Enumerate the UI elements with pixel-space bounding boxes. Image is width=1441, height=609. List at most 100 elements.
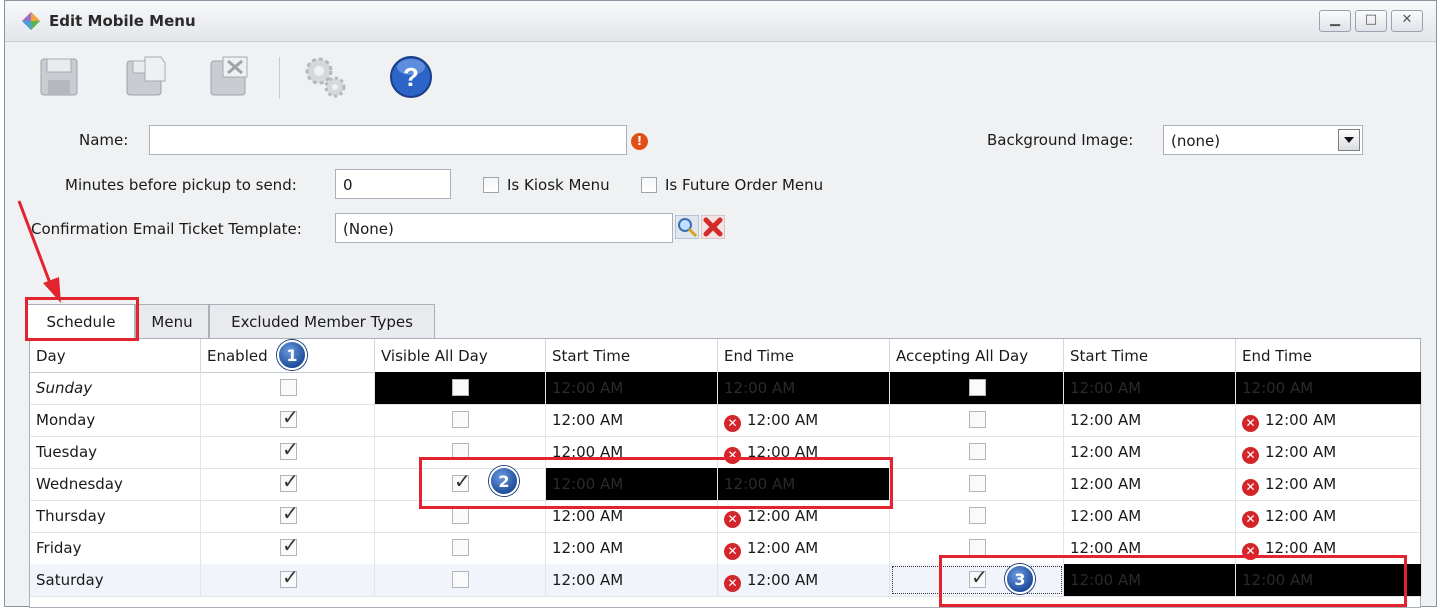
enabled-cell[interactable]: ✓: [201, 404, 375, 436]
checkbox[interactable]: ✓: [969, 379, 986, 396]
checkbox[interactable]: ✓: [280, 535, 299, 556]
enabled-cell[interactable]: ✓: [201, 372, 375, 404]
time-value: 12:00 AM: [747, 571, 819, 589]
start-time-2-cell[interactable]: 12:00 AM: [1064, 436, 1236, 468]
column-header-visible-all-day[interactable]: Visible All Day: [375, 339, 546, 372]
start-time-2-cell[interactable]: 12:00 AM: [1064, 372, 1236, 404]
tab-menu[interactable]: Menu: [135, 304, 209, 338]
save-icon[interactable]: [35, 53, 83, 101]
enabled-cell[interactable]: ✓: [201, 500, 375, 532]
time-value: 12:00 AM: [724, 379, 796, 397]
svg-text:?: ?: [403, 62, 419, 92]
future-order-checkbox[interactable]: [641, 177, 657, 193]
start-time-2-cell[interactable]: 12:00 AM: [1064, 500, 1236, 532]
day-cell[interactable]: Tuesday: [30, 436, 201, 468]
table-row[interactable]: Sunday ✓ ✓ 12:00 AM 12:00 AM ✓ 12:00 AM 12:00 A…: [30, 372, 1422, 405]
day-cell[interactable]: Sunday: [30, 372, 201, 404]
end-time-cell[interactable]: ✕ 12:00 AM: [718, 532, 890, 564]
app-icon: [22, 12, 40, 30]
checkbox[interactable]: ✓: [969, 411, 986, 428]
name-label: Name:: [79, 131, 129, 149]
enabled-cell[interactable]: ✓: [201, 468, 375, 500]
maximize-button[interactable]: □: [1355, 10, 1387, 32]
end-time-cell[interactable]: 12:00 AM: [718, 372, 890, 404]
accepting-all-day-cell[interactable]: ✓: [890, 468, 1064, 500]
accepting-all-day-cell[interactable]: ✓: [890, 436, 1064, 468]
checkbox[interactable]: ✓: [280, 503, 299, 524]
clear-icon[interactable]: [701, 215, 725, 239]
template-field[interactable]: (None): [335, 213, 673, 243]
checkbox[interactable]: ✓: [452, 571, 469, 588]
checkbox[interactable]: ✓: [452, 507, 469, 524]
end-time-cell[interactable]: ✕ 12:00 AM: [718, 564, 890, 596]
save-close-icon[interactable]: [205, 53, 253, 101]
annotation-badge-3: 3: [1005, 564, 1035, 594]
gears-icon[interactable]: [301, 53, 349, 101]
table-row[interactable]: Monday ✓ ✓ 12:00 AM ✕ 12:00 AM ✓ 12:00 AM ✕ 12:00…: [30, 404, 1422, 437]
enabled-cell[interactable]: ✓: [201, 436, 375, 468]
day-cell[interactable]: Friday: [30, 532, 201, 564]
day-cell[interactable]: Saturday: [30, 564, 201, 596]
schedule-tab-highlight: [25, 297, 139, 341]
accepting-all-day-cell[interactable]: ✓: [890, 404, 1064, 436]
start-time-cell[interactable]: 12:00 AM: [546, 532, 718, 564]
minutes-field[interactable]: 0: [335, 169, 451, 199]
start-time-2-cell[interactable]: 12:00 AM: [1064, 468, 1236, 500]
checkbox[interactable]: ✓: [280, 407, 299, 428]
future-order-label: Is Future Order Menu: [665, 176, 824, 194]
minimize-button[interactable]: ▁: [1319, 10, 1351, 32]
end-time-2-cell[interactable]: ✕ 12:00 AM: [1236, 500, 1422, 532]
day-cell[interactable]: Wednesday: [30, 468, 201, 500]
search-icon[interactable]: [675, 215, 699, 239]
start-time-cell[interactable]: 12:00 AM: [546, 404, 718, 436]
error-icon: ✕: [724, 543, 741, 560]
visible-all-day-cell[interactable]: ✓: [375, 404, 546, 436]
accepting-all-day-cell[interactable]: ✓: [890, 500, 1064, 532]
name-field[interactable]: [149, 125, 627, 155]
visible-all-day-cell[interactable]: ✓: [375, 372, 546, 404]
close-button[interactable]: ✕: [1391, 10, 1423, 32]
column-header-end-time[interactable]: End Time: [718, 339, 890, 372]
start-time-2-cell[interactable]: 12:00 AM: [1064, 404, 1236, 436]
save-as-icon[interactable]: [121, 53, 169, 101]
checkbox[interactable]: ✓: [280, 379, 297, 396]
checkbox[interactable]: ✓: [280, 567, 299, 588]
time-value: 12:00 AM: [1265, 475, 1337, 493]
kiosk-menu-checkbox[interactable]: [483, 177, 499, 193]
enabled-cell[interactable]: ✓: [201, 532, 375, 564]
enabled-cell[interactable]: ✓: [201, 564, 375, 596]
column-header-start-time-2[interactable]: Start Time: [1064, 339, 1236, 372]
end-time-cell[interactable]: ✕ 12:00 AM: [718, 404, 890, 436]
checkbox[interactable]: ✓: [969, 507, 986, 524]
end-time-2-cell[interactable]: ✕ 12:00 AM: [1236, 436, 1422, 468]
accepting-all-day-cell[interactable]: ✓: [890, 372, 1064, 404]
column-header-day[interactable]: Day: [30, 339, 201, 372]
checkbox[interactable]: ✓: [452, 539, 469, 556]
time-value: 12:00 AM: [1265, 411, 1337, 429]
tab-excluded-member-types[interactable]: Excluded Member Types: [209, 304, 435, 338]
end-time-2-cell[interactable]: ✕ 12:00 AM: [1236, 404, 1422, 436]
dropdown-button[interactable]: [1338, 129, 1360, 151]
checkbox[interactable]: ✓: [280, 471, 299, 492]
background-image-select[interactable]: (none): [1163, 125, 1363, 155]
column-header-start-time[interactable]: Start Time: [546, 339, 718, 372]
column-header-end-time-2[interactable]: End Time: [1236, 339, 1422, 372]
checkbox[interactable]: ✓: [969, 539, 986, 556]
checkbox[interactable]: ✓: [280, 439, 299, 460]
checkbox[interactable]: ✓: [452, 411, 469, 428]
checkbox[interactable]: ✓: [969, 443, 986, 460]
start-time-cell[interactable]: 12:00 AM: [546, 564, 718, 596]
end-time-2-cell[interactable]: 12:00 AM: [1236, 372, 1422, 404]
end-time-2-cell[interactable]: ✕ 12:00 AM: [1236, 468, 1422, 500]
day-cell[interactable]: Monday: [30, 404, 201, 436]
background-image-label: Background Image:: [987, 131, 1134, 149]
visible-all-day-cell[interactable]: ✓: [375, 532, 546, 564]
maximize-icon: □: [1364, 12, 1378, 27]
visible-all-day-cell[interactable]: ✓: [375, 564, 546, 596]
column-header-accepting-all-day[interactable]: Accepting All Day: [890, 339, 1064, 372]
checkbox[interactable]: ✓: [969, 475, 986, 492]
help-icon[interactable]: ?: [387, 53, 435, 101]
start-time-cell[interactable]: 12:00 AM: [546, 372, 718, 404]
checkbox[interactable]: ✓: [452, 379, 469, 396]
day-cell[interactable]: Thursday: [30, 500, 201, 532]
